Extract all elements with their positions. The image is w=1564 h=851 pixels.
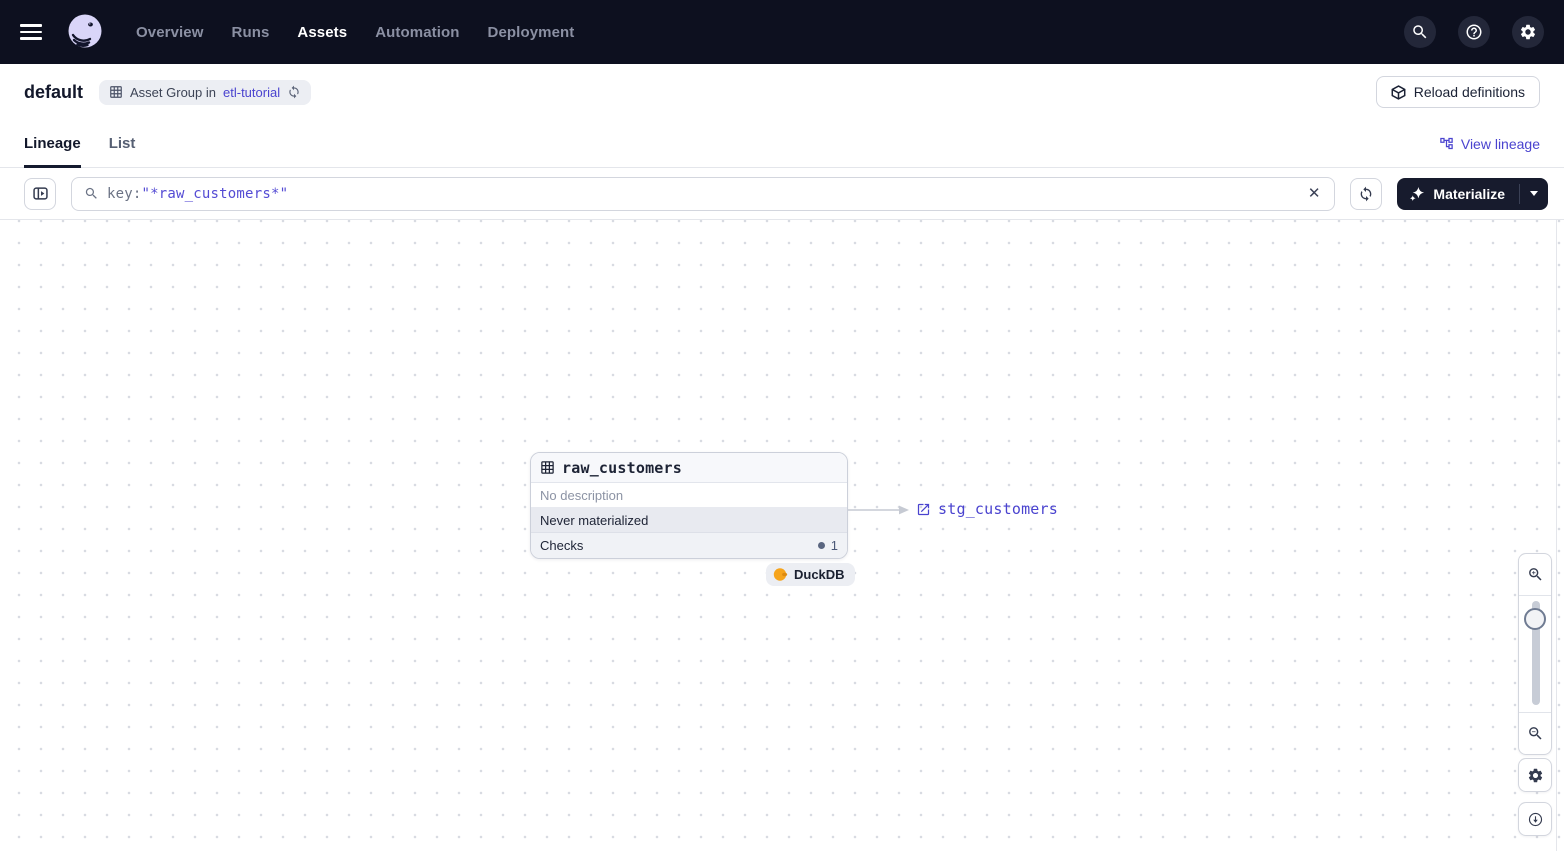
asset-search-input[interactable]: key:"*raw_customers*" ✕ — [71, 176, 1336, 211]
chevron-down-icon — [1530, 191, 1538, 196]
downstream-asset-link[interactable]: stg_customers — [916, 500, 1058, 518]
recenter-icon — [1528, 812, 1542, 826]
view-lineage-label: View lineage — [1460, 135, 1540, 152]
nav-item-deployment[interactable]: Deployment — [488, 24, 575, 41]
asset-node-raw-customers[interactable]: raw_customers No description Never mater… — [530, 452, 848, 559]
materialize-label: Materialize — [1433, 185, 1505, 202]
zoom-controls — [1518, 553, 1552, 755]
nav-item-automation[interactable]: Automation — [375, 24, 459, 41]
tab-lineage[interactable]: Lineage — [24, 120, 81, 168]
lineage-toolbar: key:"*raw_customers*" ✕ Materialize — [0, 168, 1564, 220]
kind-tag-label: DuckDB — [794, 567, 845, 582]
lineage-canvas[interactable]: raw_customers No description Never mater… — [0, 220, 1564, 851]
gear-icon — [1520, 24, 1536, 40]
table-icon — [541, 461, 554, 474]
checks-label: Checks — [540, 538, 584, 553]
zoom-in-icon — [1528, 568, 1542, 581]
reload-definitions-label: Reload definitions — [1413, 84, 1525, 100]
open-side-panel-button[interactable] — [24, 177, 56, 210]
help-button[interactable] — [1458, 16, 1490, 48]
materialize-dropdown-button[interactable] — [1520, 178, 1548, 210]
zoom-out-button[interactable] — [1519, 712, 1551, 754]
checks-count: 1 — [830, 538, 838, 553]
top-nav: Overview Runs Assets Automation Deployme… — [0, 0, 1564, 64]
nav-item-overview[interactable]: Overview — [136, 24, 204, 41]
check-status-dot-icon — [817, 542, 825, 549]
reload-definitions-button[interactable]: Reload definitions — [1375, 76, 1540, 108]
asset-description: No description — [531, 483, 847, 508]
sync-icon — [289, 85, 299, 99]
search-query-text: key:"*raw_customers*" — [107, 186, 1296, 202]
asset-group-badge: Asset Group in etl-tutorial — [99, 79, 312, 105]
duckdb-icon — [773, 568, 788, 581]
nav-item-runs[interactable]: Runs — [232, 24, 270, 41]
view-lineage-link[interactable]: View lineage — [1439, 136, 1540, 152]
search-key-prefix: key: — [107, 185, 142, 202]
materialize-split-button: Materialize — [1397, 177, 1548, 210]
primary-nav-links: Overview Runs Assets Automation Deployme… — [136, 24, 574, 41]
clear-search-button[interactable]: ✕ — [1304, 182, 1325, 205]
refresh-graph-button[interactable] — [1350, 177, 1383, 210]
lineage-edge — [848, 505, 909, 515]
kind-tag-duckdb[interactable]: DuckDB — [766, 563, 855, 586]
lineage-graph-icon — [1440, 137, 1453, 150]
search-icon — [1413, 25, 1427, 39]
gear-icon — [1528, 768, 1542, 782]
sync-icon — [1361, 186, 1372, 201]
materialize-button[interactable]: Materialize — [1397, 178, 1519, 210]
dagster-logo-icon[interactable] — [66, 13, 104, 51]
code-location-link[interactable]: etl-tutorial — [223, 85, 280, 100]
tab-list-label: List — [108, 135, 136, 152]
asset-group-badge-text: Asset Group in — [130, 84, 217, 100]
zoom-slider-handle[interactable] — [1524, 608, 1546, 630]
dagster-app: Overview Runs Assets Automation Deployme… — [0, 0, 1564, 851]
code-location-reload-button[interactable] — [287, 85, 301, 99]
tabs-row: Lineage List View lineage — [0, 120, 1564, 168]
zoom-in-button[interactable] — [1519, 554, 1551, 596]
downstream-asset-name: stg_customers — [938, 500, 1058, 518]
page-title: default — [24, 81, 84, 102]
search-key-value: "*raw_customers*" — [141, 185, 289, 202]
tab-list[interactable]: List — [109, 120, 136, 167]
asset-group-icon — [110, 86, 122, 98]
graph-settings-button[interactable] — [1518, 758, 1552, 792]
right-panel-divider — [1556, 220, 1557, 851]
global-search-button[interactable] — [1404, 16, 1436, 48]
recenter-view-button[interactable] — [1518, 802, 1552, 836]
user-settings-button[interactable] — [1512, 16, 1544, 48]
zoom-slider[interactable] — [1519, 596, 1551, 712]
zoom-out-icon — [1528, 727, 1542, 740]
asset-node-header[interactable]: raw_customers — [531, 453, 847, 483]
hamburger-menu-button[interactable] — [20, 18, 48, 46]
code-location-cube-icon — [1391, 84, 1406, 100]
panel-toggle-icon — [32, 187, 48, 200]
help-icon — [1466, 24, 1482, 40]
asset-checks-row[interactable]: Checks 1 — [531, 533, 847, 558]
open-in-new-icon — [917, 503, 930, 515]
search-icon — [85, 187, 97, 199]
close-icon: ✕ — [1307, 185, 1321, 202]
tab-lineage-label: Lineage — [24, 135, 81, 152]
nav-item-assets[interactable]: Assets — [297, 24, 347, 41]
asset-materialization-status: Never materialized — [531, 508, 847, 533]
sparkles-icon — [1410, 186, 1425, 201]
asset-name: raw_customers — [562, 458, 682, 477]
page-header: default Asset Group in etl-tutorial Relo… — [0, 64, 1564, 120]
